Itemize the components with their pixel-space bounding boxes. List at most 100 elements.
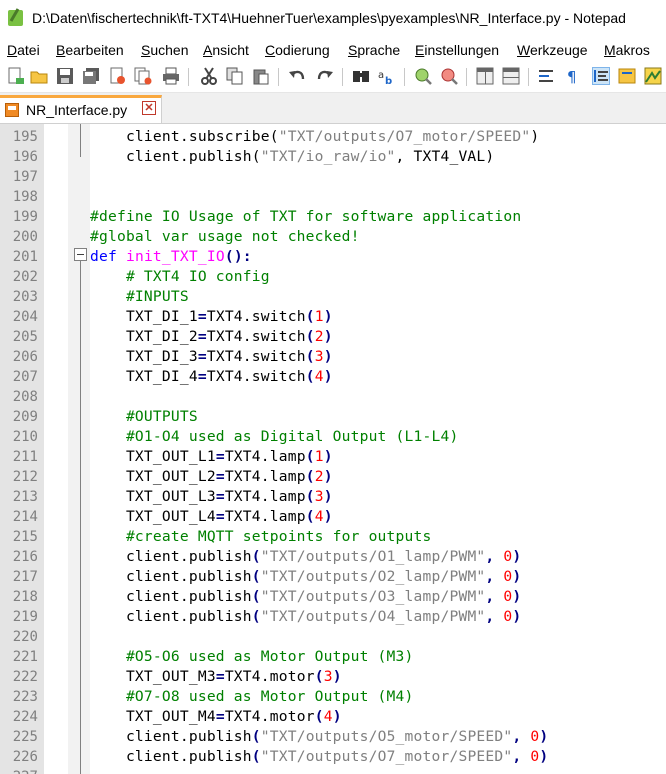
code-token: (	[314, 708, 324, 725]
user-language-icon[interactable]	[618, 67, 636, 85]
code-line[interactable]: 210 #O1-O4 used as Digital Output (L1-L4…	[0, 427, 666, 447]
code-line[interactable]: 212 TXT_OUT_L2=TXT4.lamp(2)	[0, 467, 666, 487]
zoom-out-icon[interactable]	[440, 67, 458, 85]
code-token: )	[530, 128, 540, 145]
paste-icon[interactable]	[252, 67, 270, 85]
code-token: "TXT/outputs/O2_lamp/PWM"	[260, 568, 486, 585]
menu-datei[interactable]: Datei	[7, 42, 40, 58]
menu-suchen[interactable]: Suchen	[141, 42, 189, 58]
open-file-icon[interactable]	[30, 67, 48, 85]
cut-icon[interactable]	[200, 67, 218, 85]
code-text: TXT_DI_1=TXT4.switch(1)	[90, 307, 333, 327]
close-all-icon[interactable]	[134, 67, 152, 85]
undo-icon[interactable]	[288, 67, 306, 85]
zoom-in-icon[interactable]	[414, 67, 432, 85]
code-line[interactable]: 195 client.subscribe("TXT/outputs/O7_mot…	[0, 127, 666, 147]
menu-codierung[interactable]: Codierung	[265, 42, 330, 58]
menu-einstellungen[interactable]: Einstellungen	[415, 42, 499, 58]
show-all-chars-icon[interactable]: ¶	[564, 67, 582, 86]
code-token: #create MQTT setpoints for outputs	[90, 528, 432, 545]
code-token: )	[539, 748, 549, 765]
line-number: 195	[12, 129, 38, 145]
code-token: client.publish	[90, 728, 252, 745]
new-file-icon[interactable]	[6, 67, 24, 85]
code-token: (	[251, 588, 261, 605]
save-icon[interactable]	[56, 67, 74, 85]
code-token: TXT_OUT_L3	[90, 488, 216, 505]
menu-bearbeiten[interactable]: Bearbeiten	[56, 42, 124, 58]
code-token: TXT4.lamp	[224, 468, 306, 485]
line-number: 207	[12, 369, 38, 385]
code-line[interactable]: 223 #O7-O8 used as Motor Output (M4)	[0, 687, 666, 707]
file-saved-icon	[5, 103, 19, 117]
code-line[interactable]: 225 client.publish("TXT/outputs/O5_motor…	[0, 727, 666, 747]
code-line[interactable]: 221 #O5-O6 used as Motor Output (M3)	[0, 647, 666, 667]
code-token: TXT4.switch	[206, 348, 306, 365]
print-icon[interactable]	[162, 67, 180, 85]
find-icon[interactable]	[352, 67, 370, 85]
code-token: (	[305, 488, 315, 505]
code-line[interactable]: 211 TXT_OUT_L1=TXT4.lamp(1)	[0, 447, 666, 467]
code-line[interactable]: 207 TXT_DI_4=TXT4.switch(4)	[0, 367, 666, 387]
word-wrap-icon[interactable]	[538, 67, 556, 85]
code-line[interactable]: 222 TXT_OUT_M3=TXT4.motor(3)	[0, 667, 666, 687]
menu-werkzeuge[interactable]: Werkzeuge	[517, 42, 588, 58]
code-line[interactable]: 219 client.publish("TXT/outputs/O4_lamp/…	[0, 607, 666, 627]
line-number: 212	[12, 469, 38, 485]
code-line[interactable]: 214 TXT_OUT_L4=TXT4.lamp(4)	[0, 507, 666, 527]
code-line[interactable]: 218 client.publish("TXT/outputs/O3_lamp/…	[0, 587, 666, 607]
close-icon[interactable]	[108, 67, 126, 85]
code-token: #define IO Usage of TXT for software app…	[90, 208, 522, 225]
line-number: 216	[12, 549, 38, 565]
code-line[interactable]: 209 #OUTPUTS	[0, 407, 666, 427]
menu-ansicht[interactable]: Ansicht	[203, 42, 249, 58]
code-line[interactable]: 200 #global var usage not checked!	[0, 227, 666, 247]
svg-text:¶: ¶	[567, 68, 577, 85]
code-line[interactable]: 213 TXT_OUT_L3=TXT4.lamp(3)	[0, 487, 666, 507]
sync-horizontal-icon[interactable]	[502, 67, 520, 85]
save-all-icon[interactable]	[82, 67, 100, 85]
code-line[interactable]: 205 TXT_DI_2=TXT4.switch(2)	[0, 327, 666, 347]
indent-guide-icon[interactable]	[592, 67, 610, 85]
menu-makros[interactable]: Makros	[604, 42, 650, 58]
code-line[interactable]: 199 #define IO Usage of TXT for software …	[0, 207, 666, 227]
code-text: #INPUTS	[90, 287, 189, 307]
code-token: (	[314, 668, 324, 685]
code-line[interactable]: 208	[0, 387, 666, 407]
code-line[interactable]: 226 client.publish("TXT/outputs/O7_motor…	[0, 747, 666, 767]
replace-icon[interactable]: ab	[378, 67, 396, 87]
code-line[interactable]: 204 TXT_DI_1=TXT4.switch(1)	[0, 307, 666, 327]
code-line[interactable]: 227	[0, 767, 666, 774]
tab-close-icon[interactable]: ✕	[142, 101, 156, 115]
code-token: )	[323, 508, 333, 525]
code-line[interactable]: 215 #create MQTT setpoints for outputs	[0, 527, 666, 547]
code-token: TXT_OUT_L1	[90, 448, 216, 465]
tab-label: NR_Interface.py	[26, 102, 128, 118]
copy-icon[interactable]	[226, 67, 244, 85]
window-title: D:\Daten\fischertechnik\ft-TXT4\HuehnerT…	[32, 10, 626, 26]
line-number: 220	[12, 629, 38, 645]
code-line[interactable]: 216 client.publish("TXT/outputs/O1_lamp/…	[0, 547, 666, 567]
code-line[interactable]: 201 def init_TXT_IO():	[0, 247, 666, 267]
code-editor[interactable]: 195 client.subscribe("TXT/outputs/O7_mot…	[0, 124, 666, 774]
code-line[interactable]: 203 #INPUTS	[0, 287, 666, 307]
code-token: )	[323, 308, 333, 325]
code-line[interactable]: 198	[0, 187, 666, 207]
sync-vertical-icon[interactable]	[476, 67, 494, 85]
tab-nr-interface[interactable]: NR_Interface.py ✕	[0, 95, 162, 123]
code-line[interactable]: 196 client.publish("TXT/io_raw/io", TXT4…	[0, 147, 666, 167]
code-token: #INPUTS	[90, 288, 189, 305]
menu-sprache[interactable]: Sprache	[348, 42, 400, 58]
code-line[interactable]: 206 TXT_DI_3=TXT4.switch(3)	[0, 347, 666, 367]
svg-text:a: a	[378, 70, 384, 81]
code-token: )	[323, 328, 333, 345]
code-line[interactable]: 202 # TXT4 IO config	[0, 267, 666, 287]
code-line[interactable]: 224 TXT_OUT_M4=TXT4.motor(4)	[0, 707, 666, 727]
code-line[interactable]: 217 client.publish("TXT/outputs/O2_lamp/…	[0, 567, 666, 587]
code-line[interactable]: 197	[0, 167, 666, 187]
redo-icon[interactable]	[316, 67, 334, 85]
document-map-icon[interactable]	[644, 67, 662, 85]
code-line[interactable]: 220	[0, 627, 666, 647]
code-token: 4	[314, 368, 324, 385]
code-token: (	[305, 328, 315, 345]
